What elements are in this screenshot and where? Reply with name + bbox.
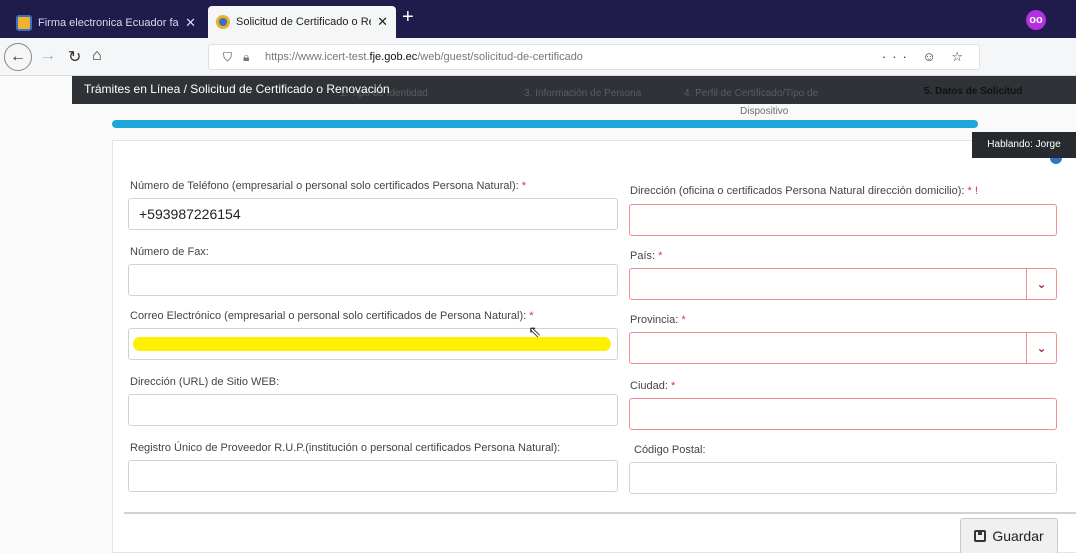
web-label: Dirección (URL) de Sitio WEB: bbox=[130, 376, 280, 388]
back-button[interactable]: ← bbox=[4, 43, 32, 71]
pais-label: País: * bbox=[630, 250, 663, 262]
ciudad-input[interactable] bbox=[629, 398, 1057, 430]
web-input[interactable] bbox=[128, 394, 618, 426]
step-5: 5. Datos de Solicitud bbox=[924, 86, 1023, 97]
close-tab-icon[interactable]: ✕ bbox=[185, 15, 196, 31]
speaker-tooltip: Hablando: Jorge bbox=[972, 132, 1076, 158]
browser-nav-bar: ← → ↻ ⌂ ⛉ 🔒︎ https://www.icert-test.fje.… bbox=[0, 38, 1076, 76]
rup-label: Registro Único de Proveedor R.U.P.(insti… bbox=[130, 442, 561, 454]
reload-button[interactable]: ↻ bbox=[68, 47, 81, 67]
save-button[interactable]: Guardar bbox=[960, 518, 1058, 553]
screen: Firma electronica Ecuador fact ✕ Solicit… bbox=[0, 0, 1076, 553]
email-field[interactable] bbox=[128, 328, 618, 360]
tab-firma-electronica[interactable]: Firma electronica Ecuador fact ✕ bbox=[8, 8, 204, 38]
tab-title: Solicitud de Certificado o Renov bbox=[236, 16, 371, 28]
floppy-disk-icon bbox=[974, 530, 987, 542]
direccion-input[interactable] bbox=[629, 204, 1057, 236]
browser-tab-bar: Firma electronica Ecuador fact ✕ Solicit… bbox=[0, 0, 1076, 38]
step-4: 4. Perfil de Certificado/Tipo de bbox=[684, 88, 819, 99]
ciudad-label: Ciudad: * bbox=[630, 380, 676, 392]
direccion-label: Dirección (oficina o certificados Person… bbox=[630, 185, 978, 197]
fax-input[interactable] bbox=[128, 264, 618, 296]
pais-select[interactable]: ⌄ bbox=[629, 268, 1057, 300]
close-tab-icon[interactable]: ✕ bbox=[377, 14, 388, 30]
codigo-postal-label: Código Postal: bbox=[634, 444, 706, 456]
codigo-postal-input[interactable] bbox=[629, 462, 1057, 494]
provincia-label: Provincia: * bbox=[630, 314, 686, 326]
save-button-label: Guardar bbox=[992, 528, 1044, 544]
tracking-shield-icon[interactable]: ⛉ bbox=[223, 45, 232, 69]
site-favicon-icon bbox=[216, 15, 230, 29]
correo-label: Correo Electrónico (empresarial o person… bbox=[130, 310, 534, 322]
home-button[interactable]: ⌂ bbox=[92, 47, 102, 65]
url-text: https://www.icert-test.fje.gob.ec/web/gu… bbox=[265, 51, 583, 63]
site-favicon-icon bbox=[16, 15, 32, 31]
fax-label: Número de Fax: bbox=[130, 246, 209, 258]
mouse-cursor-icon: ⇖ bbox=[528, 324, 542, 341]
page-actions-icons[interactable]: ··· ☺ ☆ bbox=[882, 45, 969, 69]
new-tab-button[interactable]: + bbox=[402, 6, 414, 29]
forward-button[interactable]: → bbox=[40, 47, 56, 65]
page-content: 1. Tipo de Identidad 3. Información de P… bbox=[0, 76, 1076, 553]
lock-icon[interactable]: 🔒︎ bbox=[243, 45, 249, 69]
step-4-continued: Dispositivo bbox=[740, 106, 789, 117]
tab-title: Firma electronica Ecuador fact bbox=[38, 17, 180, 29]
telefono-input[interactable]: +593987226154 bbox=[128, 198, 618, 230]
address-bar[interactable]: ⛉ 🔒︎ https://www.icert-test.fje.gob.ec/w… bbox=[208, 44, 980, 70]
provincia-select[interactable]: ⌄ bbox=[629, 332, 1057, 364]
progress-bar bbox=[112, 120, 978, 128]
extension-icon[interactable]: oo bbox=[1026, 10, 1046, 30]
tab-solicitud-certificado[interactable]: Solicitud de Certificado o Renov ✕ bbox=[208, 6, 396, 38]
chevron-down-icon[interactable]: ⌄ bbox=[1026, 269, 1056, 299]
form-divider bbox=[124, 512, 1076, 514]
breadcrumb: Trámites en Línea / Solicitud de Certifi… bbox=[84, 82, 390, 96]
chevron-down-icon[interactable]: ⌄ bbox=[1026, 333, 1056, 363]
rup-input[interactable] bbox=[128, 460, 618, 492]
header-bar: 1. Tipo de Identidad 3. Información de P… bbox=[72, 76, 1076, 104]
telefono-label: Número de Teléfono (empresarial o person… bbox=[130, 180, 527, 192]
step-3: 3. Información de Persona bbox=[524, 88, 642, 99]
